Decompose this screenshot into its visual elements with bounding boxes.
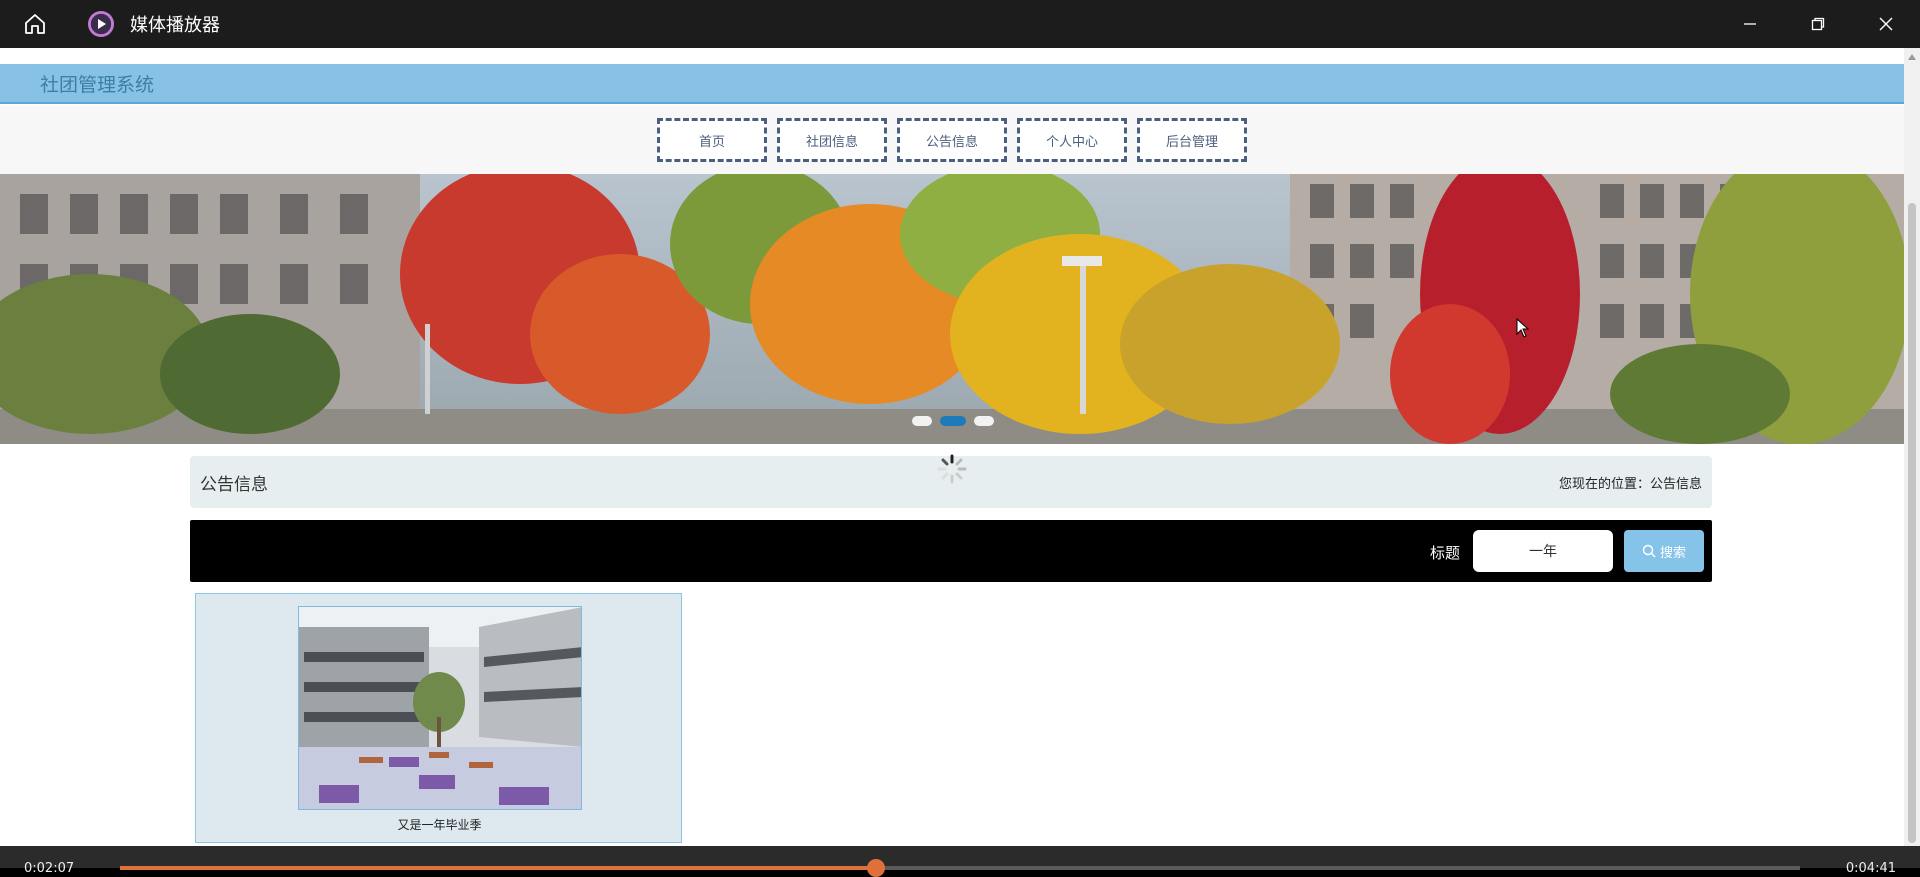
search-button-label: 搜索	[1659, 545, 1686, 561]
banner-dots	[912, 416, 994, 426]
site-title: 社团管理系统	[40, 74, 155, 96]
loading-spinner-icon	[937, 454, 967, 484]
scroll-up-arrow-icon[interactable]	[1908, 54, 1916, 60]
player-titlebar: 媒体播放器	[0, 0, 1920, 48]
banner-carousel[interactable]	[0, 174, 1904, 444]
search-bar: 标题 搜索	[190, 520, 1712, 582]
nav-admin[interactable]: 后台管理	[1137, 118, 1247, 162]
carousel-dot[interactable]	[912, 416, 932, 426]
close-button[interactable]	[1852, 0, 1920, 48]
restore-icon	[1811, 17, 1825, 31]
seek-bar[interactable]	[120, 859, 1800, 877]
close-icon	[1879, 17, 1893, 31]
breadcrumb: 您现在的位置：公告信息	[1558, 477, 1702, 492]
scrollbar-thumb[interactable]	[1908, 203, 1916, 843]
app-title: 媒体播放器	[130, 15, 220, 36]
page-scrollbar[interactable]	[1904, 48, 1920, 846]
seek-bar-knob[interactable]	[867, 859, 885, 877]
announcement-thumbnail[interactable]	[298, 606, 582, 810]
nav-club-info[interactable]: 社团信息	[777, 118, 887, 162]
banner-image	[0, 174, 1904, 444]
search-icon	[1642, 544, 1656, 558]
seek-bar-fill	[120, 866, 876, 870]
section-title: 公告信息	[200, 475, 268, 495]
minimize-icon	[1744, 23, 1756, 25]
site-header: 社团管理系统	[0, 64, 1904, 104]
announcement-title: 又是一年毕业季	[397, 818, 482, 832]
media-player-logo-icon	[88, 11, 114, 37]
mouse-cursor-icon	[1516, 318, 1530, 338]
window-controls	[1716, 0, 1920, 48]
carousel-dot-active[interactable]	[940, 416, 966, 426]
current-time: 0:02:07	[24, 861, 75, 876]
home-button[interactable]	[0, 0, 70, 48]
player-controls: 0:02:07 0:04:41	[0, 846, 1920, 877]
nav-personal-center[interactable]: 个人中心	[1017, 118, 1127, 162]
carousel-dot[interactable]	[974, 416, 994, 426]
nav-home[interactable]: 首页	[657, 118, 767, 162]
search-title-input[interactable]	[1473, 530, 1613, 572]
search-label: 标题	[1430, 544, 1461, 562]
minimize-button[interactable]	[1716, 0, 1784, 48]
search-button[interactable]: 搜索	[1624, 530, 1704, 572]
total-time: 0:04:41	[1845, 861, 1896, 876]
video-viewport: 社团管理系统 首页 社团信息 公告信息 个人中心 后台管理 公告信息 您现在的位…	[0, 48, 1920, 846]
restore-button[interactable]	[1784, 0, 1852, 48]
main-nav: 首页 社团信息 公告信息 个人中心 后台管理	[0, 106, 1904, 174]
announcement-card[interactable]: 又是一年毕业季	[195, 593, 682, 843]
nav-announcements[interactable]: 公告信息	[897, 118, 1007, 162]
campus-courtyard-image	[299, 607, 581, 809]
home-icon	[25, 14, 45, 34]
